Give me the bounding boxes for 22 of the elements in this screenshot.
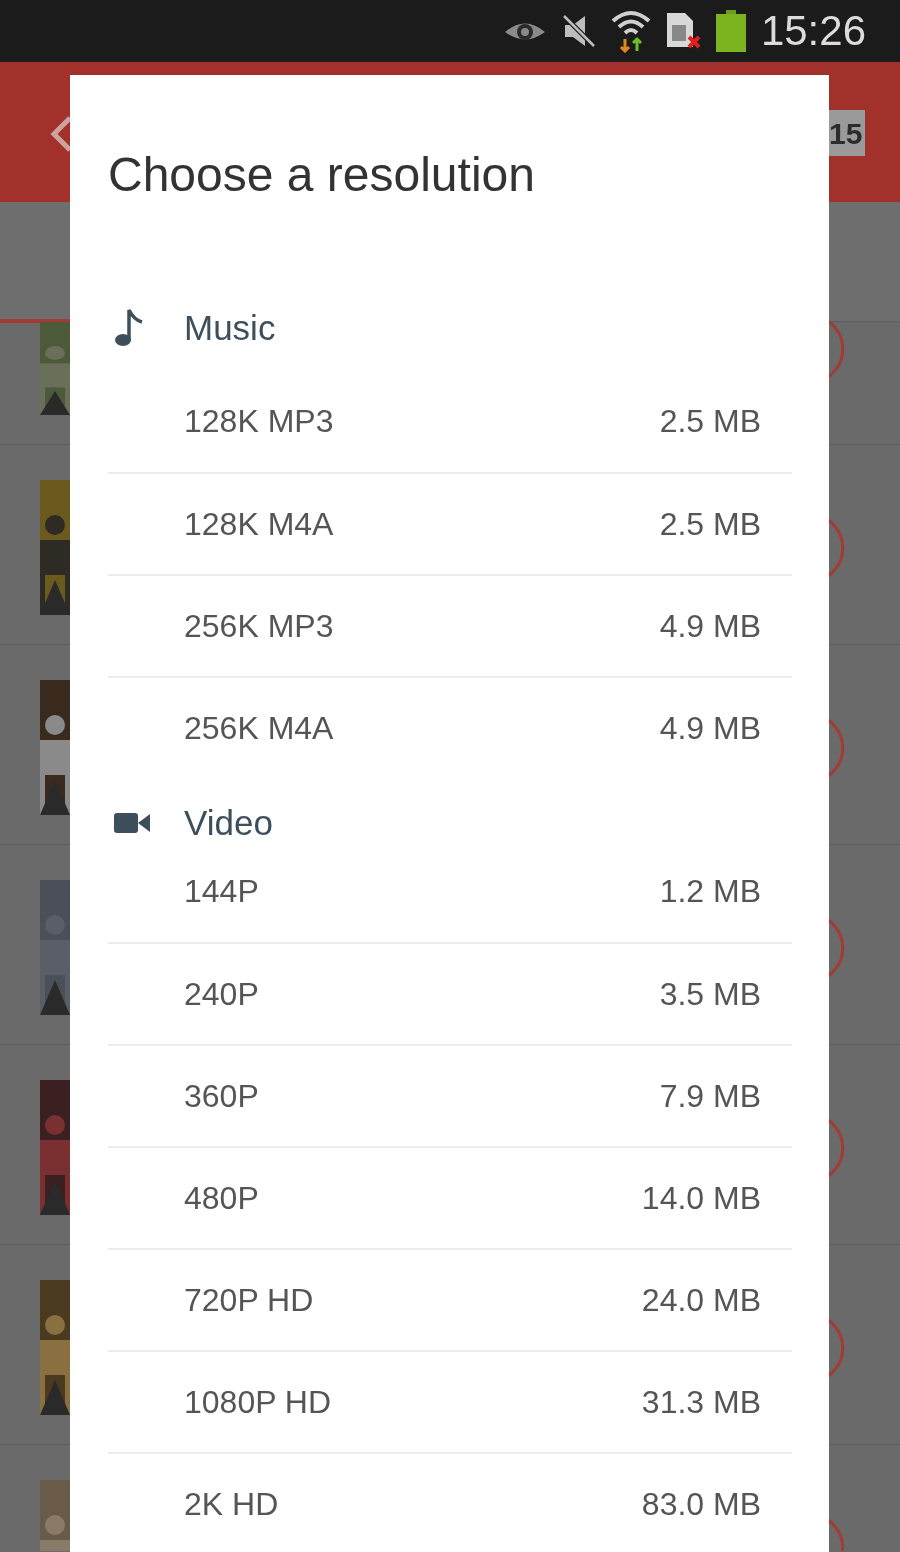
- resolution-option[interactable]: 128K MP3 2.5 MB: [108, 370, 792, 472]
- resolution-option[interactable]: 256K MP3 4.9 MB: [108, 574, 792, 676]
- battery-icon: [714, 10, 747, 52]
- resolution-option[interactable]: 256K M4A 4.9 MB: [108, 676, 792, 778]
- music-note-icon: [114, 308, 144, 348]
- badge: 15: [829, 110, 865, 156]
- resolution-option[interactable]: 144P 1.2 MB: [108, 840, 792, 942]
- mute-icon: [560, 13, 597, 49]
- resolution-option[interactable]: 2K HD 83.0 MB: [108, 1452, 792, 1552]
- resolution-option[interactable]: 480P 14.0 MB: [108, 1146, 792, 1248]
- wifi-icon: [610, 9, 651, 53]
- resolution-option[interactable]: 360P 7.9 MB: [108, 1044, 792, 1146]
- resolution-option[interactable]: 128K M4A 2.5 MB: [108, 472, 792, 574]
- resolution-option[interactable]: 240P 3.5 MB: [108, 942, 792, 1044]
- dialog-title: Choose a resolution: [108, 150, 536, 200]
- clock: 15:26: [760, 10, 866, 52]
- section-heading: Video: [184, 806, 273, 840]
- resolution-option[interactable]: 1080P HD 31.3 MB: [108, 1350, 792, 1452]
- video-camera-icon: [114, 811, 150, 835]
- sim-card-icon: [664, 11, 701, 51]
- resolution-option[interactable]: 720P HD 24.0 MB: [108, 1248, 792, 1350]
- section-heading: Music: [184, 311, 276, 345]
